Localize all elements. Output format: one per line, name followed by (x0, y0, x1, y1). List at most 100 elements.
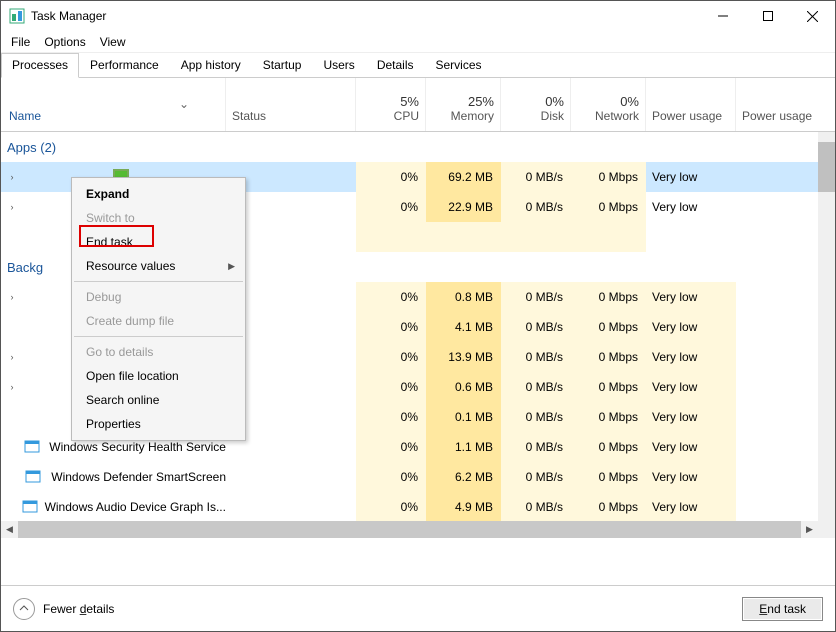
net-cell: 0 Mbps (571, 192, 646, 222)
net-cell: 0 Mbps (571, 432, 646, 462)
tab-services[interactable]: Services (425, 53, 493, 77)
net-cell: 0 Mbps (571, 372, 646, 402)
fewer-details-label: Fewer details (43, 602, 114, 616)
expand-icon[interactable]: › (5, 352, 19, 362)
expand-icon[interactable]: › (5, 202, 19, 212)
menubar: File Options View (1, 31, 835, 53)
disk-cell: 0 MB/s (501, 432, 571, 462)
vertical-scrollbar[interactable] (818, 132, 835, 538)
header-status[interactable]: Status (226, 78, 356, 131)
group-apps[interactable]: Apps (2) (1, 132, 835, 162)
minimize-button[interactable] (700, 1, 745, 31)
context-menu: ExpandSwitch toEnd taskResource values▶ D… (71, 177, 246, 441)
menu-file[interactable]: File (11, 35, 30, 49)
task-manager-icon (9, 8, 25, 24)
tab-processes[interactable]: Processes (1, 53, 79, 78)
scroll-track[interactable] (18, 521, 801, 538)
header-memory[interactable]: 25%Memory (426, 78, 501, 131)
app-icon (24, 439, 40, 455)
close-button[interactable] (790, 1, 835, 31)
context-menu-item[interactable]: Debug (72, 285, 245, 309)
expand-icon[interactable]: › (5, 172, 19, 182)
power-cell: Very low (646, 402, 736, 432)
header-disk[interactable]: 0%Disk (501, 78, 571, 131)
header-power2[interactable]: Power usage (736, 78, 835, 131)
maximize-button[interactable] (745, 1, 790, 31)
tab-app-history[interactable]: App history (170, 53, 252, 77)
menu-options[interactable]: Options (44, 35, 85, 49)
net-cell: 0 Mbps (571, 282, 646, 312)
app-icon (25, 469, 41, 485)
table-row[interactable]: Windows Defender SmartScreen0%6.2 MB0 MB… (1, 462, 835, 492)
tab-users[interactable]: Users (312, 53, 365, 77)
scroll-left-icon[interactable]: ◀ (1, 524, 18, 535)
disk-cell: 0 MB/s (501, 342, 571, 372)
context-menu-item[interactable]: Properties (72, 412, 245, 436)
scroll-right-icon[interactable]: ▶ (801, 524, 818, 535)
menu-view[interactable]: View (100, 35, 126, 49)
cpu-cell: 0% (356, 402, 426, 432)
collapse-icon (13, 598, 35, 620)
disk-cell: 0 MB/s (501, 462, 571, 492)
end-task-button[interactable]: End task (742, 597, 823, 621)
process-name: Windows Security Health Service (49, 440, 226, 454)
power-cell: Very low (646, 192, 736, 222)
net-cell: 0 Mbps (571, 342, 646, 372)
context-menu-item[interactable]: Expand (72, 182, 245, 206)
window-title: Task Manager (31, 9, 700, 23)
context-menu-item[interactable]: Search online (72, 388, 245, 412)
net-cell: 0 Mbps (571, 462, 646, 492)
fewer-details-button[interactable]: Fewer details (13, 598, 114, 620)
context-menu-item[interactable]: Open file location (72, 364, 245, 388)
header-cpu[interactable]: 5%CPU (356, 78, 426, 131)
cpu-cell: 0% (356, 432, 426, 462)
tab-performance[interactable]: Performance (79, 53, 170, 77)
context-menu-item[interactable]: Switch to (72, 206, 245, 230)
context-menu-item[interactable]: Go to details (72, 340, 245, 364)
context-menu-item[interactable]: Resource values▶ (72, 254, 245, 278)
cpu-cell: 0% (356, 282, 426, 312)
cpu-cell: 0% (356, 372, 426, 402)
disk-cell: 0 MB/s (501, 162, 571, 192)
power-cell: Very low (646, 312, 736, 342)
context-menu-item[interactable]: End task (72, 230, 245, 254)
disk-cell: 0 MB/s (501, 372, 571, 402)
scroll-thumb[interactable] (818, 142, 835, 192)
disk-cell: 0 MB/s (501, 402, 571, 432)
header-power[interactable]: Power usage (646, 78, 736, 131)
process-name: Windows Defender SmartScreen (51, 470, 226, 484)
disk-cell: 0 MB/s (501, 492, 571, 522)
chevron-down-icon[interactable]: ⌄ (179, 97, 189, 111)
net-cell: 0 Mbps (571, 162, 646, 192)
power-cell: Very low (646, 432, 736, 462)
tab-startup[interactable]: Startup (252, 53, 313, 77)
column-headers: Name ⌄ Status 5%CPU 25%Memory 0%Disk 0%N… (1, 78, 835, 132)
cpu-cell: 0% (356, 492, 426, 522)
expand-icon[interactable]: › (5, 292, 19, 302)
horizontal-scrollbar[interactable]: ◀ ▶ (1, 521, 818, 538)
mem-cell: 4.1 MB (426, 312, 501, 342)
power-cell: Very low (646, 342, 736, 372)
table-row[interactable]: Windows Audio Device Graph Is...0%4.9 MB… (1, 492, 835, 522)
mem-cell: 4.9 MB (426, 492, 501, 522)
titlebar: Task Manager (1, 1, 835, 31)
mem-cell: 69.2 MB (426, 162, 501, 192)
context-menu-item[interactable]: Create dump file (72, 309, 245, 333)
net-cell: 0 Mbps (571, 492, 646, 522)
power-cell: Very low (646, 162, 736, 192)
app-icon (22, 499, 38, 515)
mem-cell: 6.2 MB (426, 462, 501, 492)
menu-separator (74, 281, 243, 282)
expand-icon[interactable]: › (5, 382, 19, 392)
submenu-arrow-icon: ▶ (228, 261, 235, 272)
cpu-cell: 0% (356, 342, 426, 372)
header-name[interactable]: Name ⌄ (1, 78, 226, 131)
mem-cell: 13.9 MB (426, 342, 501, 372)
mem-cell: 0.6 MB (426, 372, 501, 402)
power-cell: Very low (646, 372, 736, 402)
mem-cell: 0.1 MB (426, 402, 501, 432)
tab-details[interactable]: Details (366, 53, 425, 77)
power-cell: Very low (646, 462, 736, 492)
header-network[interactable]: 0%Network (571, 78, 646, 131)
mem-cell: 1.1 MB (426, 432, 501, 462)
